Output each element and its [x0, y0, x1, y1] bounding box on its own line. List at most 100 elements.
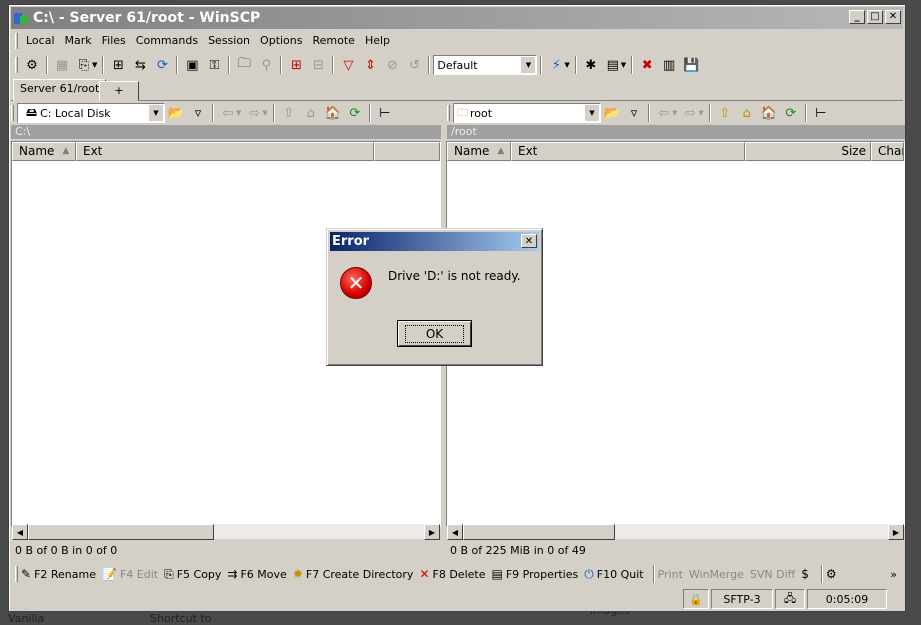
- root-directory-icon[interactable]: ⌂: [736, 102, 758, 124]
- remote-folder-select[interactable]: 🗀 root ▼: [453, 103, 601, 123]
- extension-button[interactable]: $: [801, 567, 812, 581]
- f4-edit-button[interactable]: 📝 F4 Edit: [102, 567, 158, 581]
- left-horizontal-scrollbar[interactable]: ◀ ▶: [12, 523, 440, 540]
- right-horizontal-scrollbar[interactable]: ◀ ▶: [447, 523, 904, 540]
- f10-quit-button[interactable]: ⏻ F10 Quit: [584, 567, 643, 582]
- chevron-down-icon[interactable]: ▼: [92, 61, 97, 69]
- menu-local[interactable]: Local: [21, 31, 60, 51]
- local-drive-select[interactable]: 🖴 C: Local Disk ▼: [17, 103, 165, 123]
- column-size[interactable]: Size: [745, 142, 871, 161]
- chevron-down-icon[interactable]: ▼: [521, 57, 536, 73]
- dialog-close-button[interactable]: ✕: [521, 234, 537, 248]
- console-icon[interactable]: ▣: [181, 54, 203, 76]
- chevron-down-icon[interactable]: ▼: [698, 109, 703, 117]
- svn-diff-button[interactable]: SVN Diff: [750, 568, 795, 581]
- winmerge-button[interactable]: WinMerge: [689, 568, 744, 581]
- tree-icon[interactable]: ⊢: [810, 102, 832, 124]
- toolbar-grip[interactable]: [15, 57, 18, 73]
- filter-icon[interactable]: ▿: [187, 102, 209, 124]
- column-ext[interactable]: Ext: [76, 142, 374, 161]
- toolbar-grip[interactable]: [15, 33, 18, 49]
- parent-directory-icon[interactable]: ⇧: [714, 102, 736, 124]
- f6-move-button[interactable]: ⇉ F6 Move: [227, 567, 286, 581]
- chevron-down-icon[interactable]: ▼: [621, 61, 626, 69]
- f5-copy-button[interactable]: ⎘ F5 Copy: [164, 567, 221, 582]
- new-session-icon[interactable]: ✱: [580, 54, 602, 76]
- column-ext[interactable]: Ext: [511, 142, 745, 161]
- queue-icon[interactable]: ▦: [51, 54, 73, 76]
- transfer-settings-select[interactable]: Default ▼: [433, 55, 538, 75]
- maximize-button[interactable]: □: [867, 10, 883, 24]
- settings-button[interactable]: ⚙: [826, 567, 840, 581]
- home-icon[interactable]: 🏠: [322, 102, 344, 124]
- menu-mark[interactable]: Mark: [60, 31, 97, 51]
- ok-button[interactable]: OK: [397, 320, 472, 347]
- f9-properties-button[interactable]: ▤ F9 Properties: [491, 567, 578, 581]
- background-text: Shortcut to: [150, 612, 212, 625]
- menu-files[interactable]: Files: [97, 31, 131, 51]
- scroll-left-icon[interactable]: ◀: [447, 524, 463, 540]
- unselect-icon[interactable]: ⊟: [307, 54, 329, 76]
- separator: [648, 104, 650, 122]
- open-folder-icon[interactable]: 📂: [165, 102, 187, 124]
- close-button[interactable]: ✕: [885, 10, 901, 24]
- restore-selection-icon[interactable]: ↺: [403, 54, 425, 76]
- f2-rename-button[interactable]: ✎ F2 Rename: [21, 567, 96, 581]
- menu-remote[interactable]: Remote: [308, 31, 360, 51]
- chevron-down-icon[interactable]: ▼: [585, 105, 599, 121]
- save-session-icon[interactable]: 💾: [680, 54, 702, 76]
- chevron-down-icon[interactable]: ▼: [672, 109, 677, 117]
- refresh-icon[interactable]: ⟳: [151, 54, 173, 76]
- more-commands-button[interactable]: »: [890, 568, 897, 581]
- toolbar-grip[interactable]: [15, 566, 18, 582]
- scroll-right-icon[interactable]: ▶: [888, 524, 904, 540]
- f8-delete-button[interactable]: ✕ F8 Delete: [419, 567, 485, 581]
- print-button[interactable]: Print: [658, 568, 683, 581]
- column-changed[interactable]: Char: [871, 142, 904, 161]
- parent-directory-icon[interactable]: ⇧: [278, 102, 300, 124]
- filter-icon[interactable]: ▿: [623, 102, 645, 124]
- compare-directories-icon[interactable]: ⊞: [107, 54, 129, 76]
- f7-create-directory-button[interactable]: ✸ F7 Create Directory: [293, 567, 414, 581]
- scroll-right-icon[interactable]: ▶: [424, 524, 440, 540]
- scroll-thumb[interactable]: [28, 524, 214, 540]
- home-icon[interactable]: 🏠: [758, 102, 780, 124]
- new-tab-button[interactable]: +: [99, 81, 139, 101]
- refresh-icon[interactable]: ⟳: [780, 102, 802, 124]
- chevron-down-icon[interactable]: ▼: [262, 109, 267, 117]
- root-directory-icon[interactable]: ⌂: [300, 102, 322, 124]
- disconnect-icon[interactable]: ✖: [636, 54, 658, 76]
- column-name[interactable]: Name ▲: [12, 142, 76, 161]
- refresh-icon[interactable]: ⟳: [344, 102, 366, 124]
- toolbar-grip[interactable]: [447, 105, 450, 121]
- scroll-thumb[interactable]: [463, 524, 615, 540]
- create-directory-icon: ✸: [292, 567, 303, 581]
- dialog-title-bar[interactable]: Error ✕: [330, 232, 539, 251]
- clear-selection-icon[interactable]: ⊘: [381, 54, 403, 76]
- menu-options[interactable]: Options: [255, 31, 307, 51]
- putty-icon[interactable]: ⚿: [203, 54, 225, 76]
- filter-icon[interactable]: ▽: [337, 54, 359, 76]
- toolbar-grip[interactable]: [11, 105, 14, 121]
- preferences-icon[interactable]: ⚙: [21, 54, 43, 76]
- menu-help[interactable]: Help: [360, 31, 395, 51]
- title-bar[interactable]: C:\ - Server 61/root - WinSCP _ □ ✕: [11, 7, 903, 29]
- minimize-button[interactable]: _: [849, 10, 865, 24]
- menu-commands[interactable]: Commands: [131, 31, 203, 51]
- workspace-icon[interactable]: ▥: [658, 54, 680, 76]
- select-all-icon[interactable]: ⊞: [285, 54, 307, 76]
- menu-session[interactable]: Session: [203, 31, 255, 51]
- chevron-down-icon[interactable]: ▼: [149, 105, 163, 121]
- open-folder-icon[interactable]: 📂: [601, 102, 623, 124]
- chevron-down-icon[interactable]: ▼: [564, 61, 569, 69]
- column-name[interactable]: Name ▲: [447, 142, 511, 161]
- invert-selection-icon[interactable]: ⇕: [359, 54, 381, 76]
- find-files-icon[interactable]: 🗀: [233, 54, 255, 76]
- scroll-left-icon[interactable]: ◀: [12, 524, 28, 540]
- synchronize-icon[interactable]: ⇆: [129, 54, 151, 76]
- binoculars-icon[interactable]: ⚲: [255, 54, 277, 76]
- tree-icon[interactable]: ⊢: [374, 102, 396, 124]
- tab-server-61[interactable]: Server 61/root: [13, 79, 107, 101]
- chevron-down-icon[interactable]: ▼: [236, 109, 241, 117]
- resize-grip[interactable]: [889, 589, 903, 609]
